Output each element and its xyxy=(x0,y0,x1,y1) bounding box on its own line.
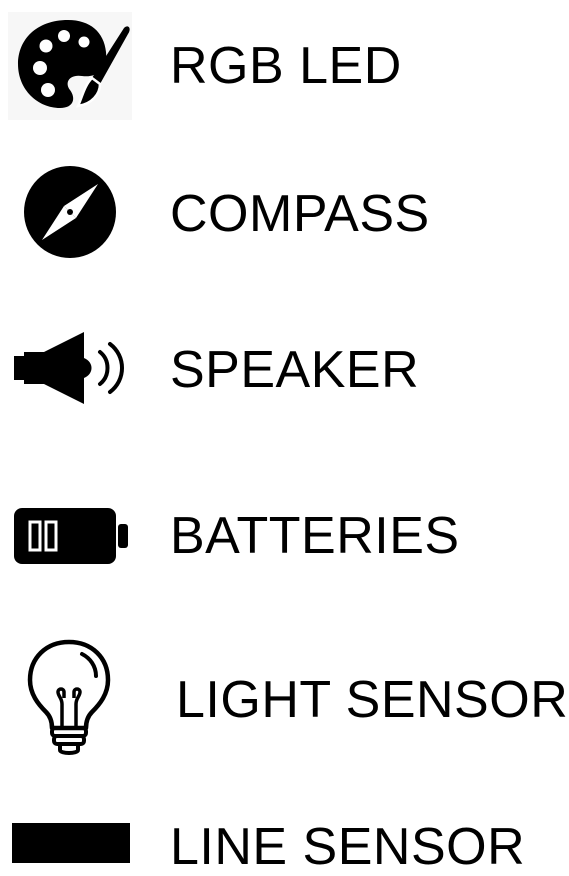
palette-icon xyxy=(8,12,132,120)
item-label: LIGHT SENSOR xyxy=(176,671,569,729)
item-label: BATTERIES xyxy=(170,507,460,565)
list-item-batteries: BATTERIES xyxy=(0,490,569,590)
speaker-icon xyxy=(12,330,132,410)
item-label: SPEAKER xyxy=(170,341,420,399)
item-label: COMPASS xyxy=(170,185,430,243)
line-sensor-icon xyxy=(12,823,130,863)
list-item-line-sensor: LINE SENSOR xyxy=(0,805,569,873)
battery-icon xyxy=(12,506,132,566)
list-item-compass: COMPASS xyxy=(0,150,569,280)
lightbulb-icon xyxy=(24,638,114,758)
list-item-light-sensor: LIGHT SENSOR xyxy=(0,630,569,770)
item-label: RGB LED xyxy=(170,37,402,95)
list-item-rgb-led: RGB LED xyxy=(0,0,569,130)
compass-icon xyxy=(22,164,118,260)
item-label: LINE SENSOR xyxy=(170,818,526,876)
list-item-speaker: SPEAKER xyxy=(0,320,569,420)
